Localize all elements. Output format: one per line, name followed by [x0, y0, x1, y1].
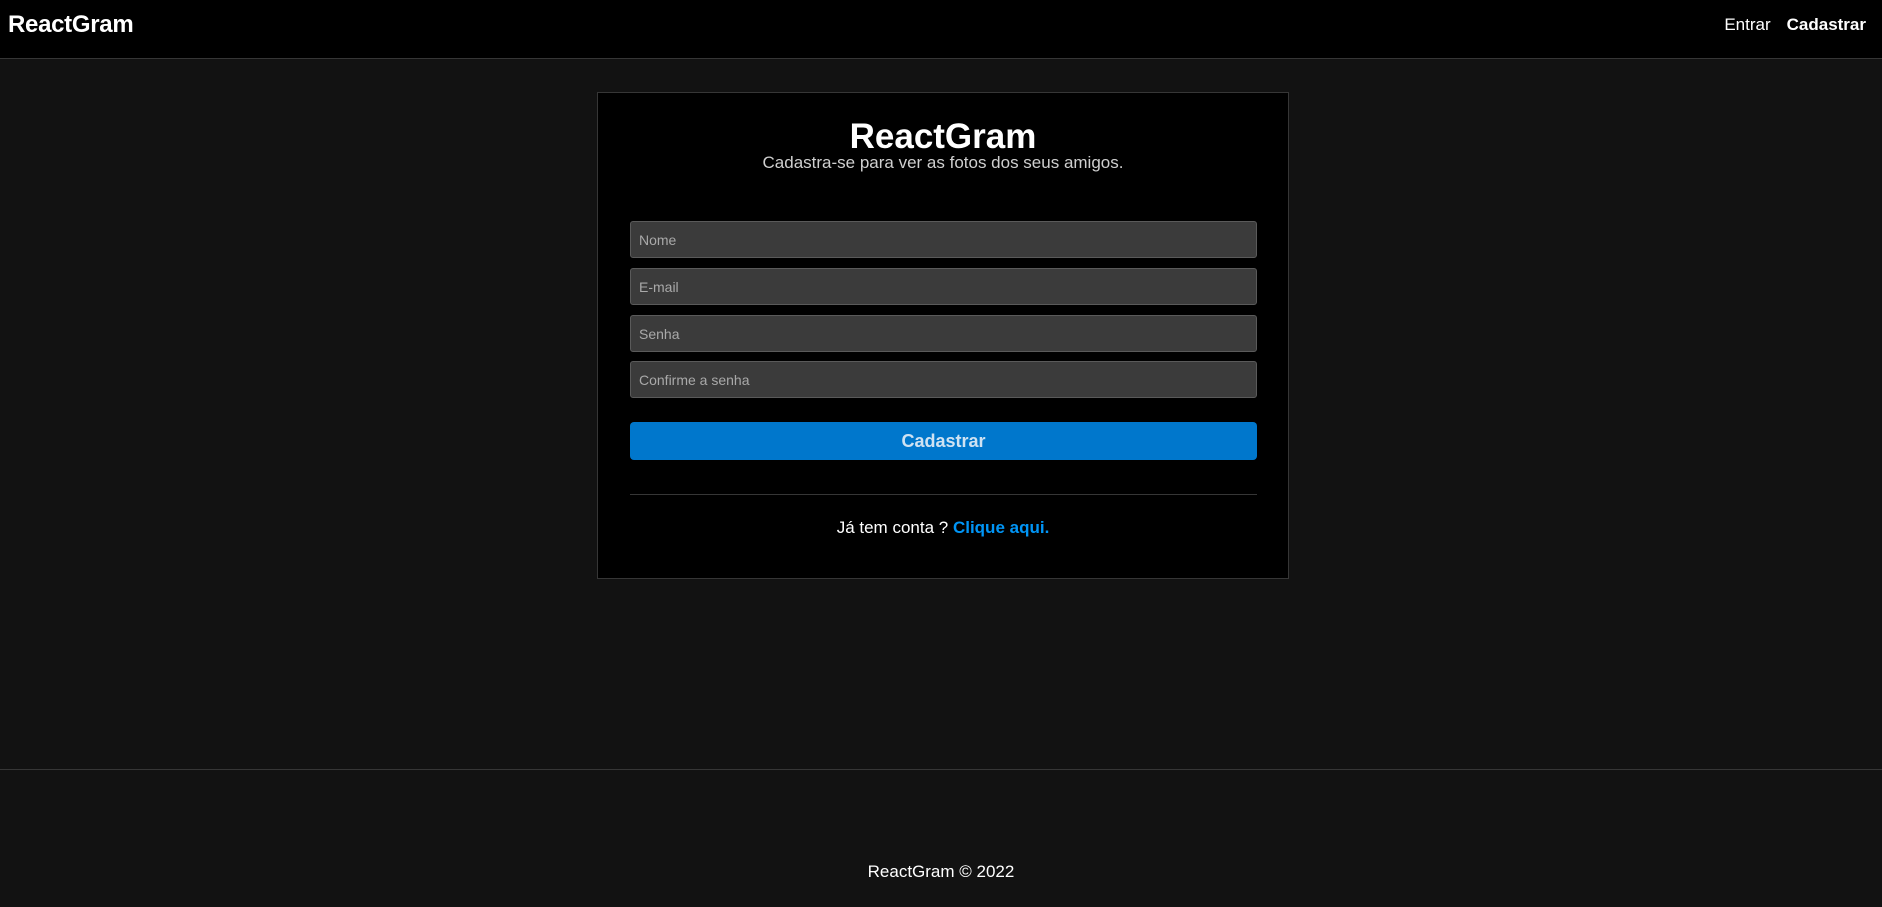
login-prompt: Já tem conta ? — [836, 518, 949, 537]
nav-register-link[interactable]: Cadastrar — [1787, 15, 1866, 35]
confirm-password-input[interactable] — [630, 361, 1257, 398]
nav-login-link[interactable]: Entrar — [1724, 15, 1770, 35]
nav-links: Entrar Cadastrar — [1724, 15, 1866, 35]
register-title: ReactGram — [849, 117, 1037, 156]
divider — [630, 494, 1257, 495]
login-prompt-line: Já tem conta ? Clique aqui. — [598, 518, 1288, 538]
email-input[interactable] — [630, 268, 1257, 305]
navbar: ReactGram Entrar Cadastrar — [0, 0, 1882, 59]
register-card: ReactGram Cadastra-se para ver as fotos … — [597, 92, 1289, 579]
login-link[interactable]: Clique aqui. — [953, 518, 1049, 537]
register-subtitle: Cadastra-se para ver as fotos dos seus a… — [762, 153, 1124, 172]
brand-logo[interactable]: ReactGram — [8, 11, 134, 39]
footer-copyright: ReactGram © 2022 — [867, 862, 1015, 881]
register-button[interactable]: Cadastrar — [630, 422, 1257, 460]
footer: ReactGram © 2022 — [0, 769, 1882, 907]
name-input[interactable] — [630, 221, 1257, 258]
password-input[interactable] — [630, 315, 1257, 352]
